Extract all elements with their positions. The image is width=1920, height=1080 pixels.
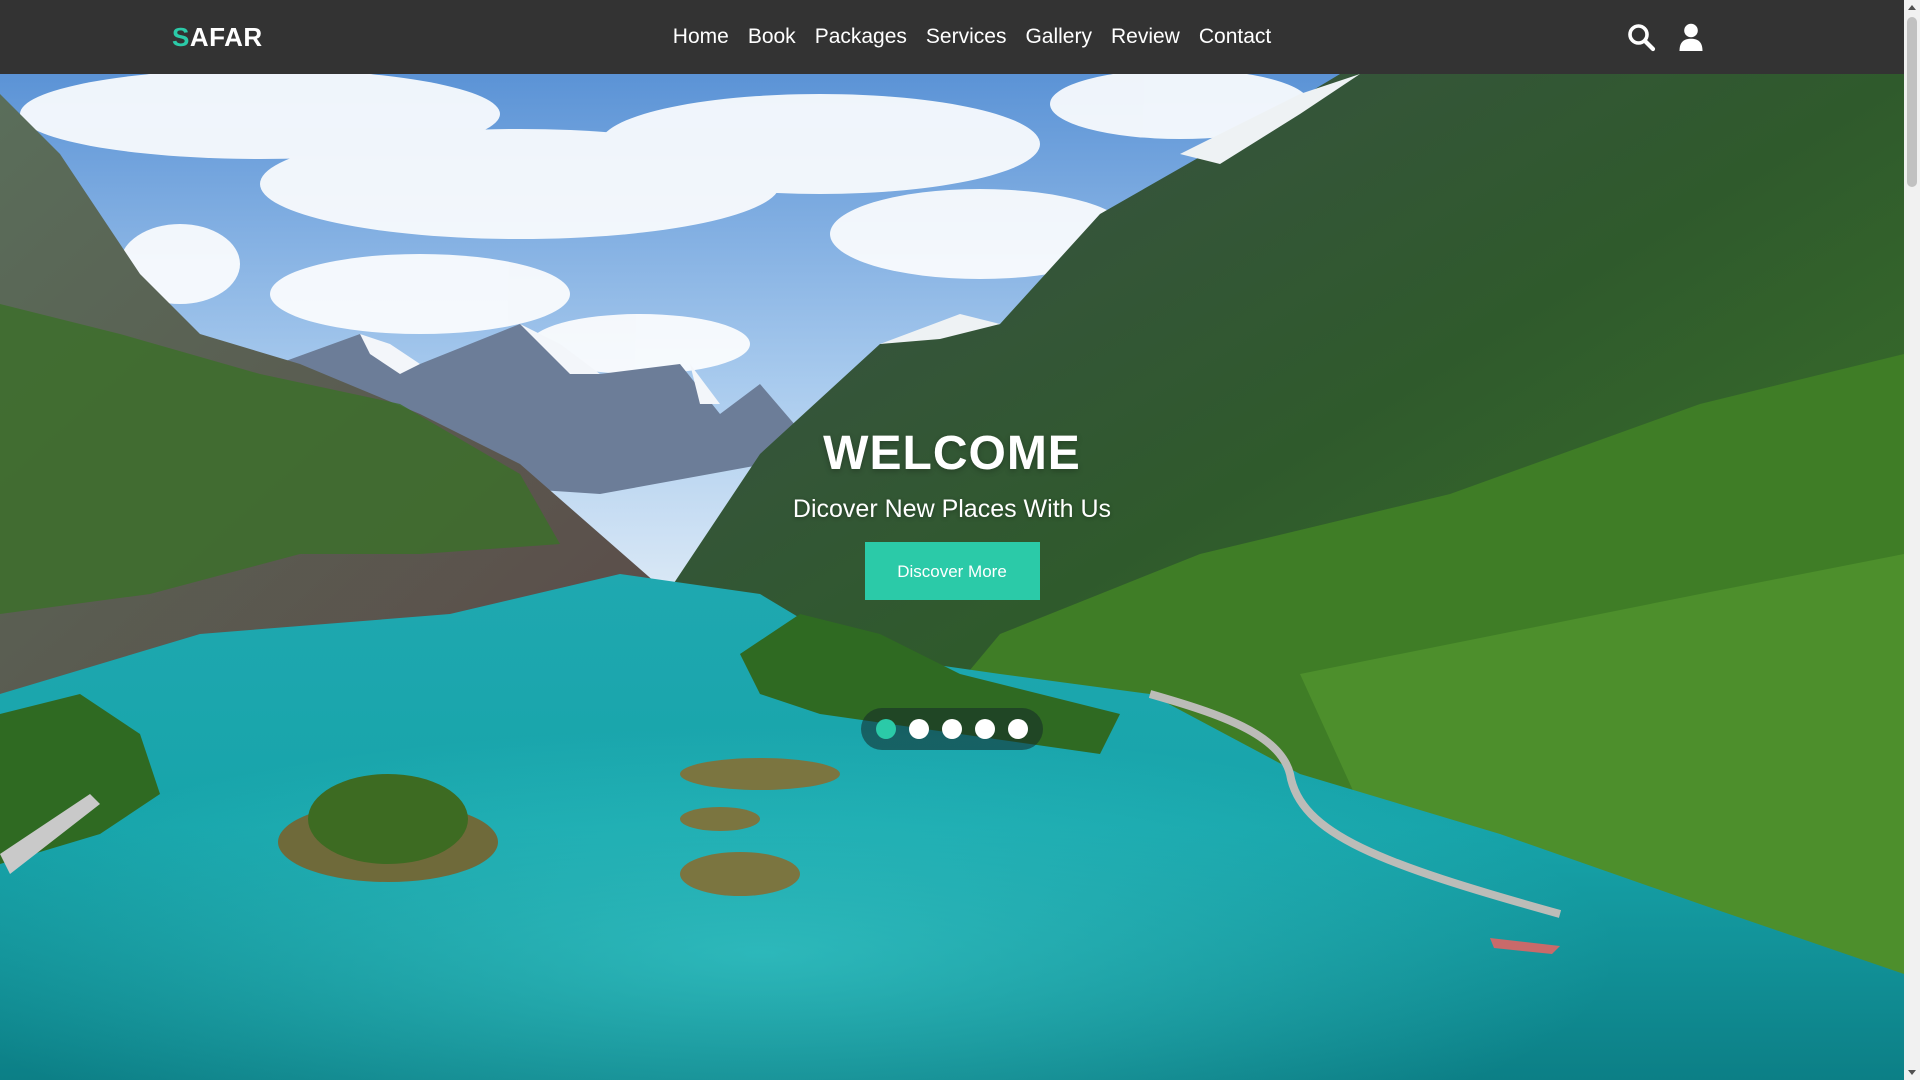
slide-dot-4[interactable] [975, 719, 995, 739]
nav-links: Home Book Packages Services Gallery Revi… [0, 0, 1904, 74]
scroll-thumb[interactable] [1907, 17, 1917, 187]
slider-pagination [861, 708, 1043, 750]
navbar: SAFAR Home Book Packages Services Galler… [0, 0, 1904, 74]
nav-link-packages[interactable]: Packages [805, 25, 916, 49]
nav-link-home[interactable]: Home [663, 25, 738, 49]
scroll-down-arrow[interactable] [1908, 1070, 1916, 1075]
discover-more-button[interactable]: Discover More [864, 542, 1040, 600]
hero-content: WELCOME Dicover New Places With Us Disco… [0, 426, 1904, 600]
nav-link-review[interactable]: Review [1101, 25, 1189, 49]
nav-link-services[interactable]: Services [916, 25, 1016, 49]
hero-subtitle: Dicover New Places With Us [792, 495, 1112, 523]
slide-dot-5[interactable] [1008, 719, 1028, 739]
nav-link-contact[interactable]: Contact [1189, 25, 1280, 49]
nav-link-gallery[interactable]: Gallery [1016, 25, 1102, 49]
search-icon[interactable] [1626, 22, 1656, 52]
user-icon[interactable] [1676, 22, 1706, 52]
hero-title: WELCOME [823, 427, 1081, 480]
nav-icons [1626, 22, 1706, 52]
slide-dot-3[interactable] [942, 719, 962, 739]
page-scrollbar[interactable] [1904, 0, 1920, 1080]
scroll-up-arrow[interactable] [1908, 5, 1916, 10]
slide-dot-2[interactable] [909, 719, 929, 739]
hero-section: WELCOME Dicover New Places With Us Disco… [0, 74, 1904, 1080]
nav-link-book[interactable]: Book [738, 25, 805, 49]
slide-dot-1[interactable] [876, 719, 896, 739]
